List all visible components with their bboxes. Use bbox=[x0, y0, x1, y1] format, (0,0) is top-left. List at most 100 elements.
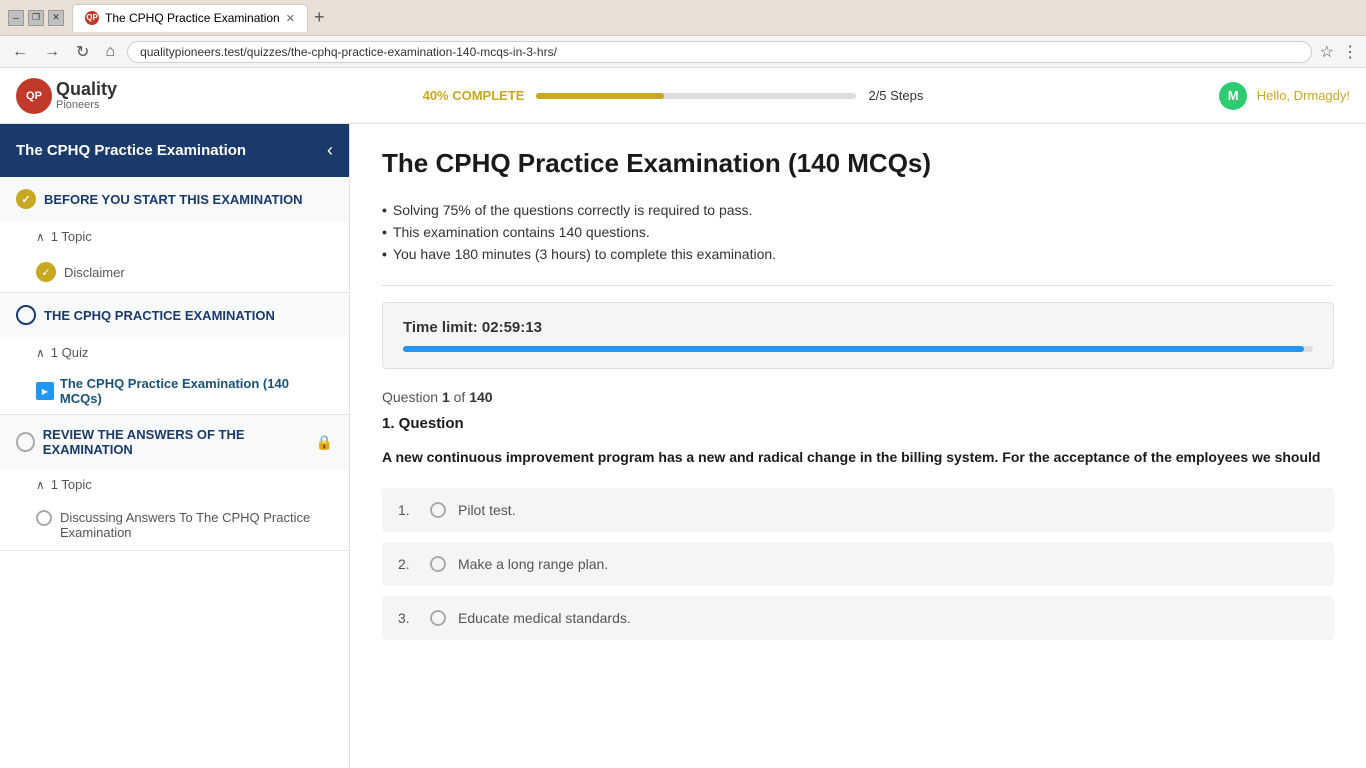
address-bar: ← → ↻ ⌂ ☆ ⋮ bbox=[0, 36, 1366, 68]
logo-quality: Quality bbox=[56, 80, 117, 100]
sidebar-disclaimer-item[interactable]: ✓ Disclaimer bbox=[0, 252, 349, 292]
home-button[interactable]: ⌂ bbox=[101, 43, 119, 61]
logo-letters: QP bbox=[26, 90, 42, 102]
address-input[interactable] bbox=[127, 41, 1312, 63]
circle-icon-discussing bbox=[36, 510, 52, 526]
tab-bar: QP The CPHQ Practice Examination ✕ + bbox=[72, 4, 1358, 32]
minimize-button[interactable]: ─ bbox=[8, 10, 24, 26]
browser-tab[interactable]: QP The CPHQ Practice Examination ✕ bbox=[72, 4, 308, 32]
tab-title: The CPHQ Practice Examination bbox=[105, 11, 280, 25]
cphq-quiz-count-label: 1 Quiz bbox=[51, 345, 89, 360]
option-radio-3[interactable] bbox=[430, 610, 446, 626]
option-radio-2[interactable] bbox=[430, 556, 446, 572]
tab-close-icon[interactable]: ✕ bbox=[286, 12, 295, 25]
sidebar-review-topic-count[interactable]: ∧ 1 Topic bbox=[0, 469, 349, 500]
discussing-label: Discussing Answers To The CPHQ Practice … bbox=[60, 510, 333, 540]
question-total: 140 bbox=[469, 389, 492, 405]
sidebar-section-review: REVIEW THE ANSWERS OF THE EXAMINATION 🔒 … bbox=[0, 415, 349, 551]
timer-bar-fill bbox=[403, 346, 1304, 352]
sidebar-section-before-start: ✓ BEFORE YOU START THIS EXAMINATION ∧ 1 … bbox=[0, 177, 349, 293]
question-text: A new continuous improvement program has… bbox=[382, 446, 1334, 468]
exam-title: The CPHQ Practice Examination (140 MCQs) bbox=[382, 148, 1334, 179]
circle-icon-cphq bbox=[16, 305, 36, 325]
check-icon-before-start: ✓ bbox=[16, 189, 36, 209]
option-radio-1[interactable] bbox=[430, 502, 446, 518]
content-area: The CPHQ Practice Examination ‹ ✓ BEFORE… bbox=[0, 124, 1366, 768]
circle-icon-review bbox=[16, 432, 35, 452]
timer-label: Time limit: 02:59:13 bbox=[403, 319, 1313, 336]
sidebar-section-cphq-exam-header[interactable]: THE CPHQ PRACTICE EXAMINATION bbox=[0, 293, 349, 337]
sidebar-cphq-quiz-count[interactable]: ∧ 1 Quiz bbox=[0, 337, 349, 368]
option-text-3: Educate medical standards. bbox=[458, 610, 631, 626]
info-item-3: You have 180 minutes (3 hours) to comple… bbox=[382, 243, 1334, 265]
sidebar-header: The CPHQ Practice Examination ‹ bbox=[0, 124, 349, 177]
info-item-2: This examination contains 140 questions. bbox=[382, 221, 1334, 243]
browser-chrome: ─ ❐ ✕ QP The CPHQ Practice Examination ✕… bbox=[0, 0, 1366, 36]
sidebar: The CPHQ Practice Examination ‹ ✓ BEFORE… bbox=[0, 124, 350, 768]
option-text-2: Make a long range plan. bbox=[458, 556, 608, 572]
sidebar-section-review-label: REVIEW THE ANSWERS OF THE EXAMINATION bbox=[43, 427, 316, 457]
question-title: 1. Question bbox=[382, 415, 1334, 432]
logo-area: QP Quality Pioneers bbox=[16, 78, 196, 114]
user-avatar: M bbox=[1219, 82, 1247, 110]
sidebar-toggle-button[interactable]: ‹ bbox=[327, 140, 333, 161]
menu-button[interactable]: ⋮ bbox=[1342, 42, 1358, 62]
progress-bar-fill bbox=[536, 93, 664, 99]
quiz-icon: ▶ bbox=[36, 382, 54, 400]
option-number-3: 3. bbox=[398, 610, 418, 626]
info-item-1: Solving 75% of the questions correctly i… bbox=[382, 199, 1334, 221]
user-greeting: Hello, Drmagdy! bbox=[1257, 88, 1350, 103]
close-button[interactable]: ✕ bbox=[48, 10, 64, 26]
option-number-1: 1. bbox=[398, 502, 418, 518]
lock-icon: 🔒 bbox=[316, 434, 333, 451]
question-current: 1 bbox=[442, 389, 450, 405]
disclaimer-label: Disclaimer bbox=[64, 265, 125, 280]
progress-bar-container bbox=[536, 93, 856, 99]
logo-text: Quality Pioneers bbox=[56, 80, 117, 112]
before-start-topic-label: 1 Topic bbox=[51, 229, 92, 244]
sidebar-section-cphq-label: THE CPHQ PRACTICE EXAMINATION bbox=[44, 308, 275, 323]
chevron-up-icon-1: ∧ bbox=[36, 230, 45, 244]
app-layout: QP Quality Pioneers 40% COMPLETE 2/5 Ste… bbox=[0, 68, 1366, 768]
question-counter-separator: of bbox=[450, 389, 469, 405]
chevron-up-icon-2: ∧ bbox=[36, 346, 45, 360]
new-tab-button[interactable]: + bbox=[308, 7, 331, 28]
sidebar-title: The CPHQ Practice Examination bbox=[16, 142, 246, 159]
bookmark-button[interactable]: ☆ bbox=[1320, 42, 1334, 62]
quiz-item-label[interactable]: The CPHQ Practice Examination (140 MCQs) bbox=[60, 376, 333, 406]
reload-button[interactable]: ↻ bbox=[72, 42, 93, 62]
sidebar-discussing-item[interactable]: Discussing Answers To The CPHQ Practice … bbox=[0, 500, 349, 550]
answer-option-1[interactable]: 1. Pilot test. bbox=[382, 488, 1334, 532]
sidebar-quiz-item: ▶ The CPHQ Practice Examination (140 MCQ… bbox=[0, 368, 349, 414]
main-content: The CPHQ Practice Examination (140 MCQs)… bbox=[350, 124, 1366, 768]
option-number-2: 2. bbox=[398, 556, 418, 572]
sidebar-section-before-start-header[interactable]: ✓ BEFORE YOU START THIS EXAMINATION bbox=[0, 177, 349, 221]
answer-option-3[interactable]: 3. Educate medical standards. bbox=[382, 596, 1334, 640]
review-topic-count-label: 1 Topic bbox=[51, 477, 92, 492]
progress-area: 40% COMPLETE 2/5 Steps bbox=[196, 88, 1150, 103]
logo-icon: QP bbox=[16, 78, 52, 114]
content-divider bbox=[382, 285, 1334, 286]
disclaimer-check-icon: ✓ bbox=[36, 262, 56, 282]
timer-bar-container bbox=[403, 346, 1313, 352]
progress-label: 40% COMPLETE bbox=[423, 88, 525, 103]
question-counter: Question 1 of 140 bbox=[382, 389, 1334, 405]
window-controls: ─ ❐ ✕ bbox=[8, 10, 64, 26]
back-button[interactable]: ← bbox=[8, 43, 32, 61]
option-text-1: Pilot test. bbox=[458, 502, 516, 518]
user-area: M Hello, Drmagdy! bbox=[1150, 82, 1350, 110]
sidebar-before-start-topic-count[interactable]: ∧ 1 Topic bbox=[0, 221, 349, 252]
logo-pioneers: Pioneers bbox=[56, 99, 117, 111]
maximize-button[interactable]: ❐ bbox=[28, 10, 44, 26]
sidebar-section-cphq-exam: THE CPHQ PRACTICE EXAMINATION ∧ 1 Quiz ▶… bbox=[0, 293, 349, 415]
sidebar-section-before-start-label: BEFORE YOU START THIS EXAMINATION bbox=[44, 192, 303, 207]
sidebar-section-review-header[interactable]: REVIEW THE ANSWERS OF THE EXAMINATION 🔒 bbox=[0, 415, 349, 469]
chevron-up-icon-3: ∧ bbox=[36, 478, 45, 492]
info-list: Solving 75% of the questions correctly i… bbox=[382, 199, 1334, 265]
question-counter-prefix: Question bbox=[382, 389, 442, 405]
tab-favicon: QP bbox=[85, 11, 99, 25]
timer-box: Time limit: 02:59:13 bbox=[382, 302, 1334, 369]
forward-button[interactable]: → bbox=[40, 43, 64, 61]
answer-option-2[interactable]: 2. Make a long range plan. bbox=[382, 542, 1334, 586]
top-bar: QP Quality Pioneers 40% COMPLETE 2/5 Ste… bbox=[0, 68, 1366, 124]
